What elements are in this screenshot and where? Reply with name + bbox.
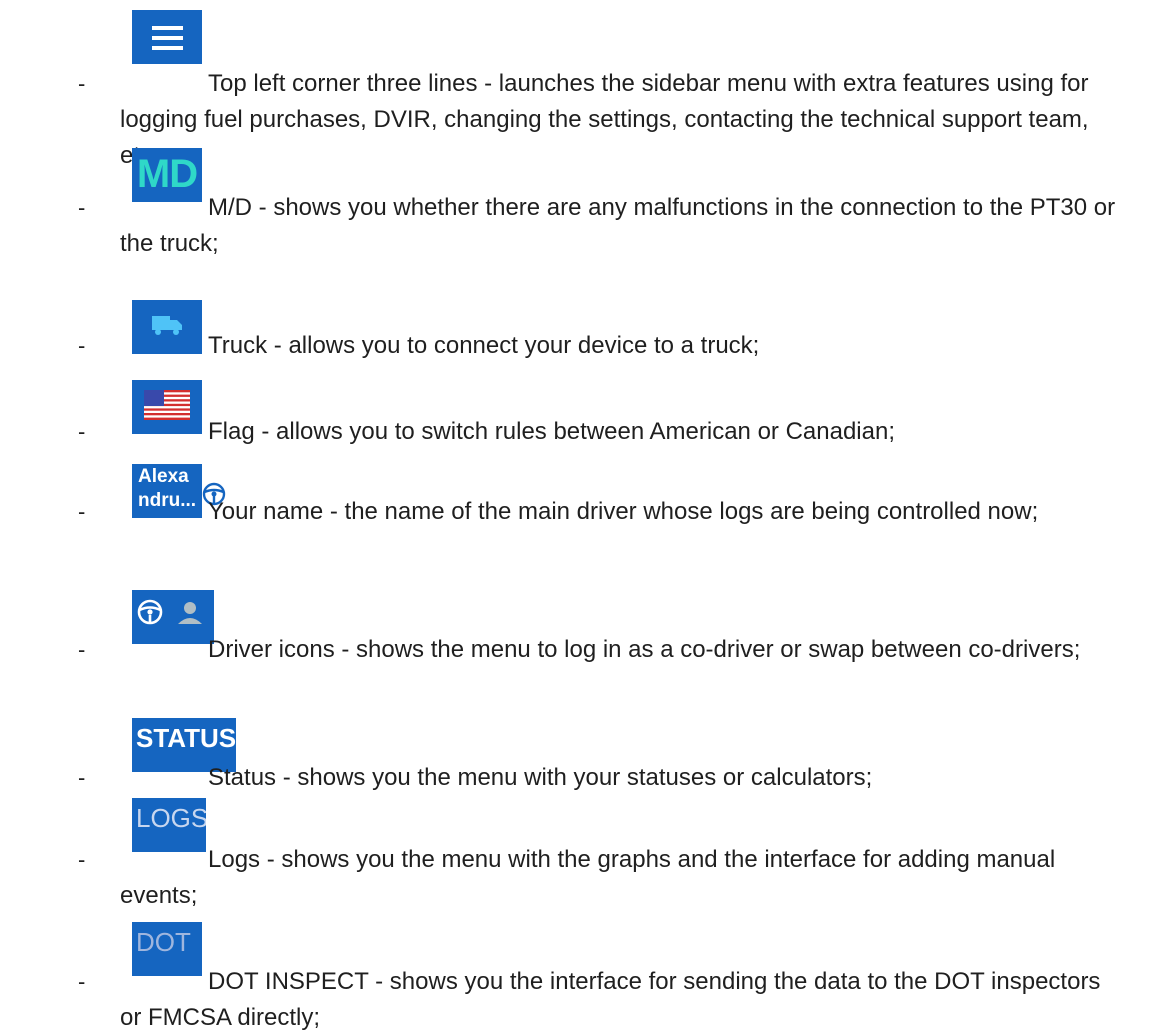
bullet-dash: - bbox=[78, 419, 86, 444]
item-text: DOT INSPECT - shows you the interface fo… bbox=[120, 968, 1101, 1031]
list-item: - Alexa ndru... Your name - the name of … bbox=[0, 464, 1155, 574]
bullet-dash: - bbox=[78, 847, 86, 872]
list-item: - LOGS Logs - shows you the menu with th… bbox=[0, 798, 1155, 909]
list-item: - Top left corner three lines - launches… bbox=[0, 10, 1155, 169]
item-text: Status - shows you the menu with your st… bbox=[208, 764, 873, 791]
menu-icon bbox=[132, 10, 202, 64]
item-text: Driver icons - shows the menu to log in … bbox=[208, 636, 1081, 663]
bullet-dash: - bbox=[78, 765, 86, 790]
list-item: - DOT DOT INSPECT - shows you the interf… bbox=[0, 922, 1155, 1032]
item-text: Your name - the name of the main driver … bbox=[208, 498, 1039, 525]
item-text: Logs - shows you the menu with the graph… bbox=[120, 846, 1056, 909]
bullet-dash: - bbox=[78, 71, 86, 96]
bullet-dash: - bbox=[78, 333, 86, 358]
list-item: - STATUS Status - shows you the menu wit… bbox=[0, 718, 1155, 798]
list-item: - Truck - allows you to connect your dev… bbox=[0, 300, 1155, 360]
list-item: - Flag - allows you to switch rules betw… bbox=[0, 380, 1155, 445]
list-item: - MD M/D - shows you whether there are a… bbox=[0, 148, 1155, 257]
item-text: Flag - allows you to switch rules betwee… bbox=[208, 418, 895, 445]
list-item: - Driver icons - shows the menu to log i… bbox=[0, 590, 1155, 700]
bullet-dash: - bbox=[78, 637, 86, 662]
bullet-dash: - bbox=[78, 195, 86, 220]
bullet-dash: - bbox=[78, 969, 86, 994]
item-text: Truck - allows you to connect your devic… bbox=[208, 332, 760, 359]
bullet-dash: - bbox=[78, 499, 86, 524]
item-text: M/D - shows you whether there are any ma… bbox=[120, 194, 1116, 257]
